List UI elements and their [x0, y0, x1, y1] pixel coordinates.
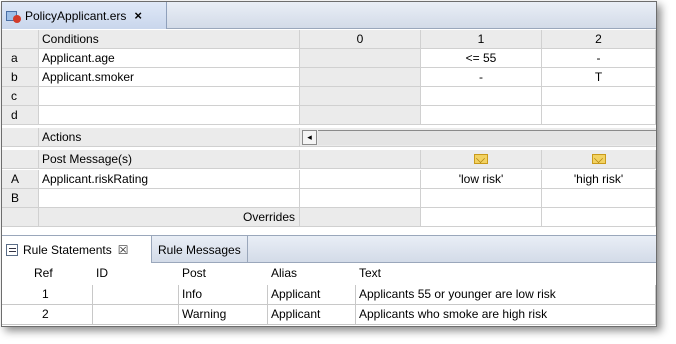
rule-0-cell[interactable]	[300, 170, 421, 189]
row-letter-header	[2, 128, 39, 147]
table-row[interactable]: 1 Info Applicant Applicants 55 or younge…	[2, 285, 656, 305]
rule-2-cell[interactable]	[542, 87, 656, 106]
post-message-row: Post Message(s)	[2, 150, 656, 169]
column-header-post[interactable]: Post	[179, 264, 268, 284]
rule-0-cell[interactable]	[300, 87, 421, 106]
action-name-cell[interactable]: Applicant.riskRating	[39, 170, 300, 189]
action-letter: A	[2, 170, 39, 189]
condition-letter: b	[2, 68, 39, 87]
overrides-label: Overrides	[39, 208, 300, 227]
scroll-left-icon[interactable]: ◂	[302, 130, 317, 145]
table-header-row: Ref ID Post Alias Text	[2, 264, 656, 284]
rule-0-cell[interactable]	[300, 189, 421, 208]
condition-row: b Applicant.smoker - T	[2, 68, 656, 87]
column-header-text[interactable]: Text	[356, 264, 656, 284]
condition-letter: a	[2, 49, 39, 68]
alias-cell[interactable]: Applicant	[268, 305, 356, 325]
conditions-header-row: Conditions 0 1 2	[2, 30, 656, 49]
rule-2-cell[interactable]: 'high risk'	[542, 170, 656, 189]
editor-tab-title: PolicyApplicant.ers	[25, 8, 127, 23]
condition-row: c	[2, 87, 656, 106]
rule-1-cell[interactable]	[421, 106, 542, 125]
rule-1-cell[interactable]	[421, 189, 542, 208]
ref-cell[interactable]: 1	[2, 285, 93, 305]
panel-tab-strip: Rule Statements ☒ Rule Messages	[2, 235, 656, 263]
id-cell[interactable]	[93, 285, 179, 305]
condition-name-cell[interactable]: Applicant.age	[39, 49, 300, 68]
actions-header-row: Actions ◂	[2, 128, 656, 147]
row-letter-header	[2, 30, 39, 49]
rule-1-cell[interactable]: <= 55	[421, 49, 542, 68]
editor-window: PolicyApplicant.ers × Conditions 0 1 2 a…	[1, 1, 657, 327]
text-cell[interactable]: Applicants 55 or younger are low risk	[356, 285, 656, 305]
tab-rule-statements[interactable]: Rule Statements ☒	[2, 236, 152, 263]
rule-2-cell[interactable]: T	[542, 68, 656, 87]
action-letter: B	[2, 189, 39, 208]
tab-label: Rule Statements	[23, 242, 112, 257]
conditions-label: Conditions	[39, 30, 300, 49]
message-envelope-icon[interactable]	[591, 154, 606, 164]
ruleset-file-icon	[6, 9, 22, 23]
action-row: B	[2, 189, 656, 208]
close-icon[interactable]: ×	[134, 8, 142, 23]
overrides-row: Overrides	[2, 208, 656, 227]
scrollbar-track[interactable]	[318, 130, 656, 145]
text-cell[interactable]: Applicants who smoke are high risk	[356, 305, 656, 325]
condition-name-cell[interactable]	[39, 87, 300, 106]
post-message-label: Post Message(s)	[39, 150, 300, 169]
rule-column-header-1[interactable]: 1	[421, 30, 542, 49]
editor-tab-policyapplicant[interactable]: PolicyApplicant.ers ×	[2, 2, 167, 29]
action-name-cell[interactable]	[39, 189, 300, 208]
rule-1-cell[interactable]	[421, 87, 542, 106]
post-cell[interactable]: Warning	[179, 305, 268, 325]
list-icon	[6, 243, 18, 256]
id-cell[interactable]	[93, 305, 179, 325]
rule-2-cell[interactable]: -	[542, 49, 656, 68]
rule-1-cell[interactable]: -	[421, 68, 542, 87]
rule-0-cell[interactable]	[300, 68, 421, 87]
ref-cell[interactable]: 2	[2, 305, 93, 325]
condition-letter: c	[2, 87, 39, 106]
row-letter-header	[2, 150, 39, 169]
row-letter-header	[2, 208, 39, 227]
condition-row: d	[2, 106, 656, 125]
rule-column-header-2[interactable]: 2	[542, 30, 656, 49]
alias-cell[interactable]: Applicant	[268, 285, 356, 305]
condition-name-cell[interactable]: Applicant.smoker	[39, 68, 300, 87]
rule-0-message-cell[interactable]	[300, 150, 421, 169]
rule-0-cell[interactable]	[300, 49, 421, 68]
rule-0-overrides-cell[interactable]	[300, 208, 421, 227]
rule-2-overrides-cell[interactable]	[542, 208, 656, 227]
tab-rule-messages[interactable]: Rule Messages	[152, 236, 248, 263]
post-cell[interactable]: Info	[179, 285, 268, 305]
editor-tab-strip: PolicyApplicant.ers ×	[2, 2, 656, 29]
message-envelope-icon[interactable]	[474, 154, 488, 164]
condition-name-cell[interactable]	[39, 106, 300, 125]
tab-label: Rule Messages	[158, 242, 241, 257]
horizontal-scrollbar[interactable]: ◂	[300, 128, 656, 147]
rule-column-header-0[interactable]: 0	[300, 30, 421, 49]
condition-row: a Applicant.age <= 55 -	[2, 49, 656, 68]
rule-2-cell[interactable]	[542, 189, 656, 208]
rule-2-message-cell[interactable]	[542, 150, 656, 169]
condition-letter: d	[2, 106, 39, 125]
rule-1-cell[interactable]: 'low risk'	[421, 170, 542, 189]
actions-label: Actions	[39, 128, 300, 147]
close-view-icon[interactable]: ☒	[118, 243, 129, 257]
action-row: A Applicant.riskRating 'low risk' 'high …	[2, 170, 656, 189]
rule-1-message-cell[interactable]	[421, 150, 542, 169]
rule-0-cell[interactable]	[300, 106, 421, 125]
column-header-alias[interactable]: Alias	[268, 264, 356, 284]
table-row[interactable]: 2 Warning Applicant Applicants who smoke…	[2, 305, 656, 325]
rule-1-overrides-cell[interactable]	[421, 208, 542, 227]
rule-2-cell[interactable]	[542, 106, 656, 125]
column-header-id[interactable]: ID	[93, 264, 179, 284]
column-header-ref[interactable]: Ref	[2, 264, 93, 284]
